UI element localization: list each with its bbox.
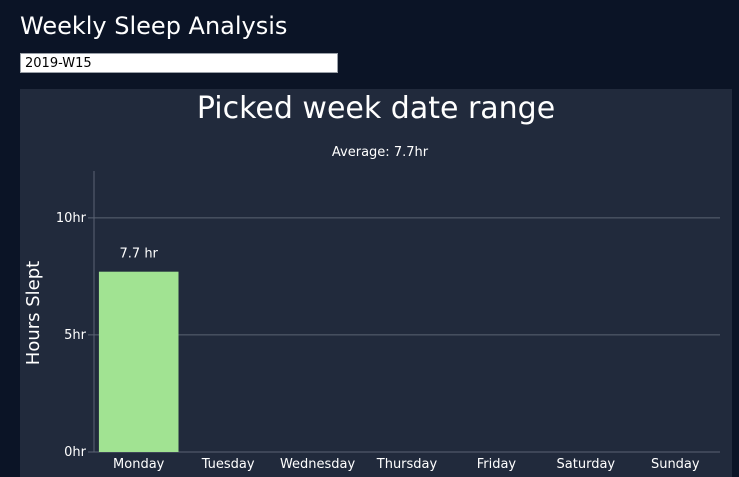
sleep-bar-chart: Picked week date range Average: 7.7hr Ho… — [23, 91, 720, 472]
grid-layer — [88, 171, 720, 453]
x-tick-label-thursday: Thursday — [376, 457, 438, 472]
week-picker-input[interactable] — [20, 53, 338, 73]
x-tick-label-saturday: Saturday — [557, 457, 616, 472]
y-tick-label: 10hr — [56, 211, 87, 226]
chart-subtitle: Average: 7.7hr — [332, 145, 429, 160]
y-tick-label: 5hr — [64, 328, 87, 343]
y-tick-label: 0hr — [64, 445, 87, 460]
bar-value-label: 7.7 hr — [120, 247, 159, 262]
chart-panel: Picked week date range Average: 7.7hr Ho… — [20, 89, 732, 477]
chart-title: Picked week date range — [197, 91, 555, 126]
bar-layer — [98, 271, 179, 452]
x-tick-label-wednesday: Wednesday — [280, 457, 356, 472]
x-tick-label-monday: Monday — [113, 457, 165, 472]
bar-monday[interactable] — [98, 271, 179, 452]
x-tick-label-friday: Friday — [477, 457, 517, 472]
y-axis-label: Hours Slept — [23, 261, 44, 365]
page-title: Weekly Sleep Analysis — [20, 12, 288, 40]
x-tick-label-sunday: Sunday — [651, 457, 700, 472]
x-tick-label-tuesday: Tuesday — [201, 457, 255, 472]
